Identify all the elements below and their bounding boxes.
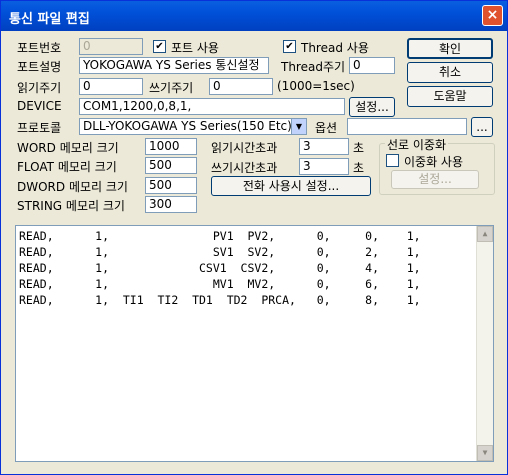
- phone-setup-button[interactable]: 전화 사용시 설정...: [211, 176, 371, 196]
- write-timeout-label: 쓰기시간초과: [211, 161, 278, 175]
- scroll-up-icon[interactable]: ▲: [477, 226, 493, 242]
- port-use-checkbox[interactable]: ✔: [153, 40, 166, 53]
- read-period-field[interactable]: 0: [79, 78, 143, 95]
- float-memory-label: FLOAT 메모리 크기: [17, 160, 117, 174]
- script-line: READ, 1, CSV1 CSV2, 0, 4, 1,: [19, 261, 421, 275]
- chevron-down-icon[interactable]: ▼: [291, 118, 307, 135]
- dialog-window: 통신 파일 편집 × 포트번호 0 ✔ 포트 사용 ✔ Thread 사용 포트…: [0, 0, 508, 475]
- redundancy-use-checkbox[interactable]: [386, 154, 399, 167]
- title-bar[interactable]: 통신 파일 편집 ×: [1, 1, 507, 31]
- option-browse-button[interactable]: ...: [471, 117, 493, 137]
- port-desc-field[interactable]: YOKOGAWA YS Series 통신설정: [79, 57, 269, 74]
- port-use-label: 포트 사용: [171, 41, 219, 55]
- word-memory-label: WORD 메모리 크기: [17, 141, 119, 155]
- vertical-scrollbar[interactable]: ▲ ▼: [476, 226, 493, 461]
- redundancy-group-label: 선로 이중화: [385, 136, 449, 153]
- float-memory-field[interactable]: 500: [145, 157, 197, 174]
- option-label: 옵션: [315, 121, 338, 135]
- scroll-down-icon[interactable]: ▼: [477, 445, 493, 461]
- thread-use-checkbox[interactable]: ✔: [283, 40, 296, 53]
- ok-button[interactable]: 확인: [407, 38, 493, 59]
- cancel-button[interactable]: 취소: [407, 62, 493, 83]
- script-line: READ, 1, SV1 SV2, 0, 2, 1,: [19, 245, 421, 259]
- read-period-label: 읽기주기: [17, 81, 62, 95]
- option-field[interactable]: [347, 118, 467, 135]
- script-line: READ, 1, PV1 PV2, 0, 0, 1,: [19, 229, 421, 243]
- protocol-label: 프로토콜: [17, 121, 62, 135]
- read-timeout-field[interactable]: 3: [299, 138, 349, 155]
- read-timeout-unit: 초: [353, 141, 365, 155]
- close-button[interactable]: ×: [482, 5, 503, 26]
- window-title: 통신 파일 편집: [9, 12, 90, 27]
- port-number-field[interactable]: 0: [79, 38, 143, 55]
- protocol-select[interactable]: DLL-YOKOGAWA YS Series(150 Etc): [79, 118, 292, 135]
- write-timeout-field[interactable]: 3: [299, 158, 349, 175]
- script-line: READ, 1, MV1 MV2, 0, 6, 1,: [19, 277, 421, 291]
- read-timeout-label: 읽기시간초과: [211, 141, 278, 155]
- write-period-field[interactable]: 0: [209, 78, 273, 95]
- redundancy-use-label: 이중화 사용: [404, 155, 464, 169]
- thread-period-label: Thread주기: [281, 60, 346, 74]
- device-label: DEVICE: [17, 99, 62, 113]
- script-editor[interactable]: READ, 1, PV1 PV2, 0, 0, 1, READ, 1, SV1 …: [15, 225, 494, 462]
- device-setup-button[interactable]: 설정...: [349, 97, 395, 117]
- dword-memory-field[interactable]: 500: [145, 177, 197, 194]
- period-note: (1000=1sec): [277, 79, 355, 93]
- write-timeout-unit: 초: [353, 161, 365, 175]
- device-field[interactable]: COM1,1200,0,8,1,: [79, 98, 345, 115]
- port-number-label: 포트번호: [17, 41, 62, 55]
- dword-memory-label: DWORD 메모리 크기: [17, 180, 128, 194]
- redundancy-setup-button[interactable]: 설정...: [391, 170, 479, 189]
- word-memory-field[interactable]: 1000: [145, 138, 197, 155]
- write-period-label: 쓰기주기: [149, 81, 194, 95]
- script-line: READ, 1, TI1 TI2 TD1 TD2 PRCA, 0, 8, 1,: [19, 293, 421, 307]
- thread-use-label: Thread 사용: [301, 41, 369, 55]
- string-memory-label: STRING 메모리 크기: [17, 199, 125, 213]
- help-button[interactable]: 도움말: [407, 86, 493, 107]
- string-memory-field[interactable]: 300: [145, 196, 197, 213]
- port-desc-label: 포트설명: [17, 60, 62, 74]
- thread-period-field[interactable]: 0: [349, 57, 395, 74]
